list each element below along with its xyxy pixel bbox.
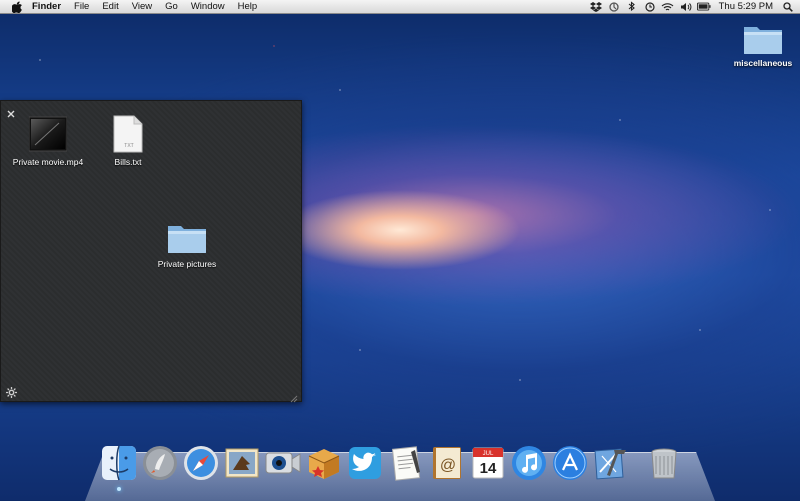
facetime-icon: [265, 452, 301, 474]
sync-icon[interactable]: [607, 1, 621, 12]
dock-safari[interactable]: [182, 444, 220, 482]
launchpad-icon: [143, 446, 177, 480]
desktop-folder-miscellaneous[interactable]: miscellaneous: [730, 22, 796, 68]
volume-icon[interactable]: [679, 1, 693, 12]
calendar-icon: JUL 14: [472, 447, 504, 479]
menu-bar: Finder File Edit View Go Window Help Thu…: [0, 0, 800, 14]
textedit-icon: [391, 446, 421, 481]
trash-icon: [651, 448, 677, 479]
menu-view[interactable]: View: [132, 1, 152, 12]
itunes-icon: [512, 446, 546, 480]
stack-item-label: Private pictures: [157, 259, 217, 269]
safari-icon: [184, 446, 218, 480]
dock-address-book[interactable]: @: [428, 444, 466, 482]
spotlight-search-icon[interactable]: [783, 1, 794, 12]
dock-facetime[interactable]: [264, 444, 302, 482]
menu-app-finder[interactable]: Finder: [32, 1, 61, 12]
dock-xcode[interactable]: [592, 444, 630, 482]
stack-item-label: Bills.txt: [114, 157, 142, 167]
menu-file[interactable]: File: [74, 1, 89, 12]
menu-go[interactable]: Go: [165, 1, 178, 12]
dock-twitter[interactable]: [346, 444, 384, 482]
menu-clock[interactable]: Thu 5:29 PM: [719, 1, 773, 12]
gear-icon[interactable]: [6, 385, 17, 398]
dock: @ JUL 14: [100, 420, 686, 491]
txt-badge: TXT: [124, 143, 134, 149]
resize-handle-icon[interactable]: [290, 390, 298, 403]
folder-icon: [744, 27, 782, 54]
battery-icon[interactable]: [696, 1, 711, 12]
stack-grid-view: Private movie.mp4 TXT Bills.txt Private …: [0, 100, 302, 403]
wifi-icon[interactable]: [661, 1, 675, 12]
stack-item-label: Private movie.mp4: [12, 157, 84, 167]
dock-mail[interactable]: [223, 444, 261, 482]
status-area: Thu 5:29 PM: [585, 1, 800, 12]
dropbox-icon[interactable]: [589, 1, 603, 12]
dock-app-store[interactable]: [551, 444, 589, 482]
stack-item-private-movie[interactable]: Private movie.mp4: [3, 115, 93, 167]
svg-text:@: @: [440, 457, 456, 474]
dock-finder[interactable]: [100, 444, 138, 491]
stack-item-private-pictures[interactable]: Private pictures: [142, 221, 232, 269]
menu-help[interactable]: Help: [238, 1, 258, 12]
bluetooth-icon[interactable]: [625, 1, 639, 12]
app-store-icon: [553, 446, 587, 480]
stack-icon: [308, 449, 340, 479]
stack-item-bills[interactable]: TXT Bills.txt: [83, 115, 173, 167]
desktop-folder-label: miscellaneous: [733, 58, 793, 68]
svg-text:JUL: JUL: [483, 451, 494, 457]
dock-trash[interactable]: [645, 444, 683, 482]
xcode-icon: [594, 448, 626, 480]
dock-itunes[interactable]: [510, 444, 548, 482]
menu-window[interactable]: Window: [191, 1, 225, 12]
calendar-day-number: 14: [480, 460, 497, 477]
dock-launchpad[interactable]: [141, 444, 179, 482]
finder-icon: [102, 445, 136, 481]
twitter-icon: [349, 447, 381, 479]
apple-menu-icon[interactable]: [12, 1, 24, 13]
time-machine-icon[interactable]: [643, 1, 657, 12]
dock-calendar[interactable]: JUL 14: [469, 444, 507, 482]
address-book-icon: @: [433, 447, 461, 479]
dock-textedit[interactable]: [387, 444, 425, 482]
mail-icon: [225, 448, 259, 478]
dock-stack-app[interactable]: [305, 444, 343, 482]
running-indicator: [117, 487, 121, 491]
menu-edit[interactable]: Edit: [102, 1, 118, 12]
video-file-icon: [29, 116, 67, 152]
folder-icon: [168, 226, 206, 253]
